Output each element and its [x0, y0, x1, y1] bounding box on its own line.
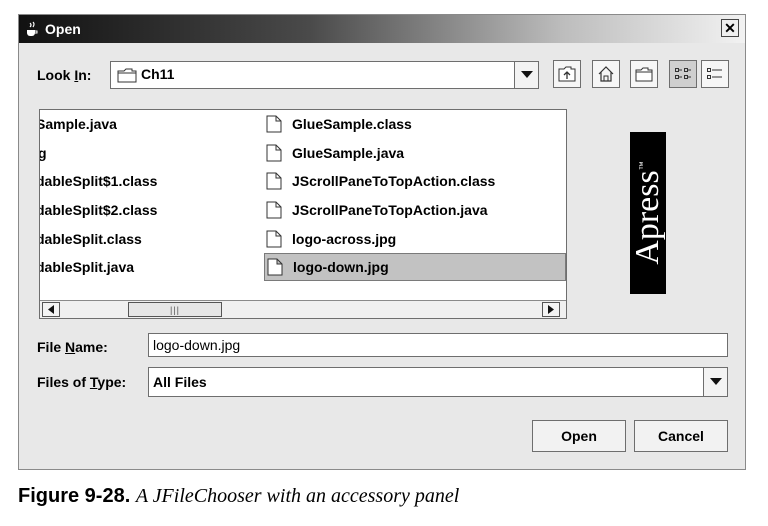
file-item[interactable]: dableSplit.class	[39, 227, 142, 251]
logo-text: Apress	[629, 170, 666, 265]
look-in-value: Ch11	[141, 66, 175, 82]
file-item[interactable]: Sample.java	[39, 112, 117, 136]
look-in-combo[interactable]: Ch11	[110, 61, 539, 89]
document-icon	[266, 230, 282, 248]
figure-caption: Figure 9-28. A JFileChooser with an acce…	[18, 485, 459, 508]
folder-icon	[117, 68, 137, 83]
open-dialog: Open ✕ Look In: Ch11 Sample.java dableSp…	[18, 14, 746, 470]
close-icon: ✕	[724, 20, 736, 36]
chevron-down-icon	[709, 378, 722, 385]
file-item[interactable]: dableSplit.java	[39, 255, 135, 279]
list-view-toggle[interactable]	[669, 60, 697, 88]
file-item[interactable]: g	[40, 141, 47, 165]
file-name-input[interactable]	[149, 334, 727, 356]
file-item[interactable]: logo-across.jpg	[266, 227, 546, 251]
file-name: dableSplit$1.class	[39, 173, 158, 189]
details-view-icon	[707, 68, 722, 79]
file-item[interactable]: dableSplit$1.class	[39, 169, 158, 193]
file-item[interactable]: GlueSample.java	[266, 141, 546, 165]
list-view-icon	[675, 68, 691, 79]
document-icon	[266, 115, 282, 133]
arrow-left-icon	[48, 305, 54, 314]
scrollbar-thumb[interactable]: |||	[128, 302, 222, 317]
horizontal-scrollbar[interactable]: |||	[40, 300, 566, 318]
details-view-toggle[interactable]	[701, 60, 729, 88]
file-name-label-suffix: ame:	[75, 339, 108, 355]
file-name: logo-down.jpg	[293, 259, 389, 275]
file-name-label-mnemonic: N	[65, 339, 76, 355]
up-folder-icon	[558, 66, 576, 82]
up-one-level-button[interactable]	[553, 60, 581, 88]
trademark-mark: ™	[637, 161, 648, 171]
file-name: GlueSample.class	[292, 116, 412, 132]
arrow-right-icon	[548, 305, 554, 314]
files-of-type-combo[interactable]: All Files	[148, 367, 728, 397]
close-button[interactable]: ✕	[721, 19, 739, 37]
file-name-field[interactable]	[148, 333, 728, 357]
file-name: logo-across.jpg	[292, 231, 397, 247]
files-of-type-label-suffix: ype:	[97, 374, 127, 390]
look-in-label-suffix: n:	[78, 67, 92, 83]
cancel-button[interactable]: Cancel	[634, 420, 728, 452]
file-name: dableSplit.java	[39, 259, 135, 275]
look-in-label: Look In:	[37, 67, 91, 83]
files-of-type-value: All Files	[153, 374, 207, 390]
file-item[interactable]: JScrollPaneToTopAction.java	[266, 198, 546, 222]
file-name: Sample.java	[39, 116, 117, 132]
file-item[interactable]: GlueSample.class	[266, 112, 546, 136]
window-title: Open	[45, 21, 81, 37]
look-in-dropdown-button[interactable]	[514, 62, 538, 88]
scroll-left-button[interactable]	[42, 302, 60, 317]
document-icon	[266, 144, 282, 162]
scroll-right-button[interactable]	[542, 302, 560, 317]
accessory-image-preview: Apress™	[629, 132, 667, 294]
document-icon	[266, 201, 282, 219]
title-bar[interactable]: Open ✕	[19, 15, 745, 43]
files-of-type-label-prefix: Files of	[37, 374, 90, 390]
file-name: JScrollPaneToTopAction.java	[292, 202, 488, 218]
document-icon	[266, 172, 282, 190]
document-icon	[267, 258, 283, 276]
caption-text: A JFileChooser with an accessory panel	[135, 485, 460, 507]
file-name-label-prefix: File	[37, 339, 66, 355]
new-folder-button[interactable]	[630, 60, 658, 88]
file-item-selected[interactable]: logo-down.jpg	[264, 253, 566, 281]
file-name: g	[40, 145, 47, 161]
file-name: GlueSample.java	[292, 145, 405, 161]
java-cup-icon	[27, 21, 38, 36]
file-list[interactable]: Sample.java g dableSplit$1.class dableSp…	[39, 109, 567, 319]
file-name-label: File Name:	[37, 339, 108, 355]
file-item[interactable]: JScrollPaneToTopAction.class	[266, 169, 546, 193]
file-name: JScrollPaneToTopAction.class	[292, 173, 496, 189]
chevron-down-icon	[520, 71, 533, 78]
home-icon	[598, 66, 614, 82]
files-of-type-dropdown-button[interactable]	[703, 368, 727, 396]
file-name: dableSplit.class	[39, 231, 142, 247]
new-folder-icon	[635, 67, 653, 82]
open-button[interactable]: Open	[532, 420, 626, 452]
figure-number: Figure 9-28.	[18, 485, 131, 507]
file-name: dableSplit$2.class	[39, 202, 158, 218]
file-item[interactable]: dableSplit$2.class	[39, 198, 158, 222]
home-button[interactable]	[592, 60, 620, 88]
files-of-type-label: Files of Type:	[37, 374, 126, 390]
look-in-label-prefix: Look	[37, 67, 75, 83]
apress-logo: Apress™	[629, 161, 667, 264]
